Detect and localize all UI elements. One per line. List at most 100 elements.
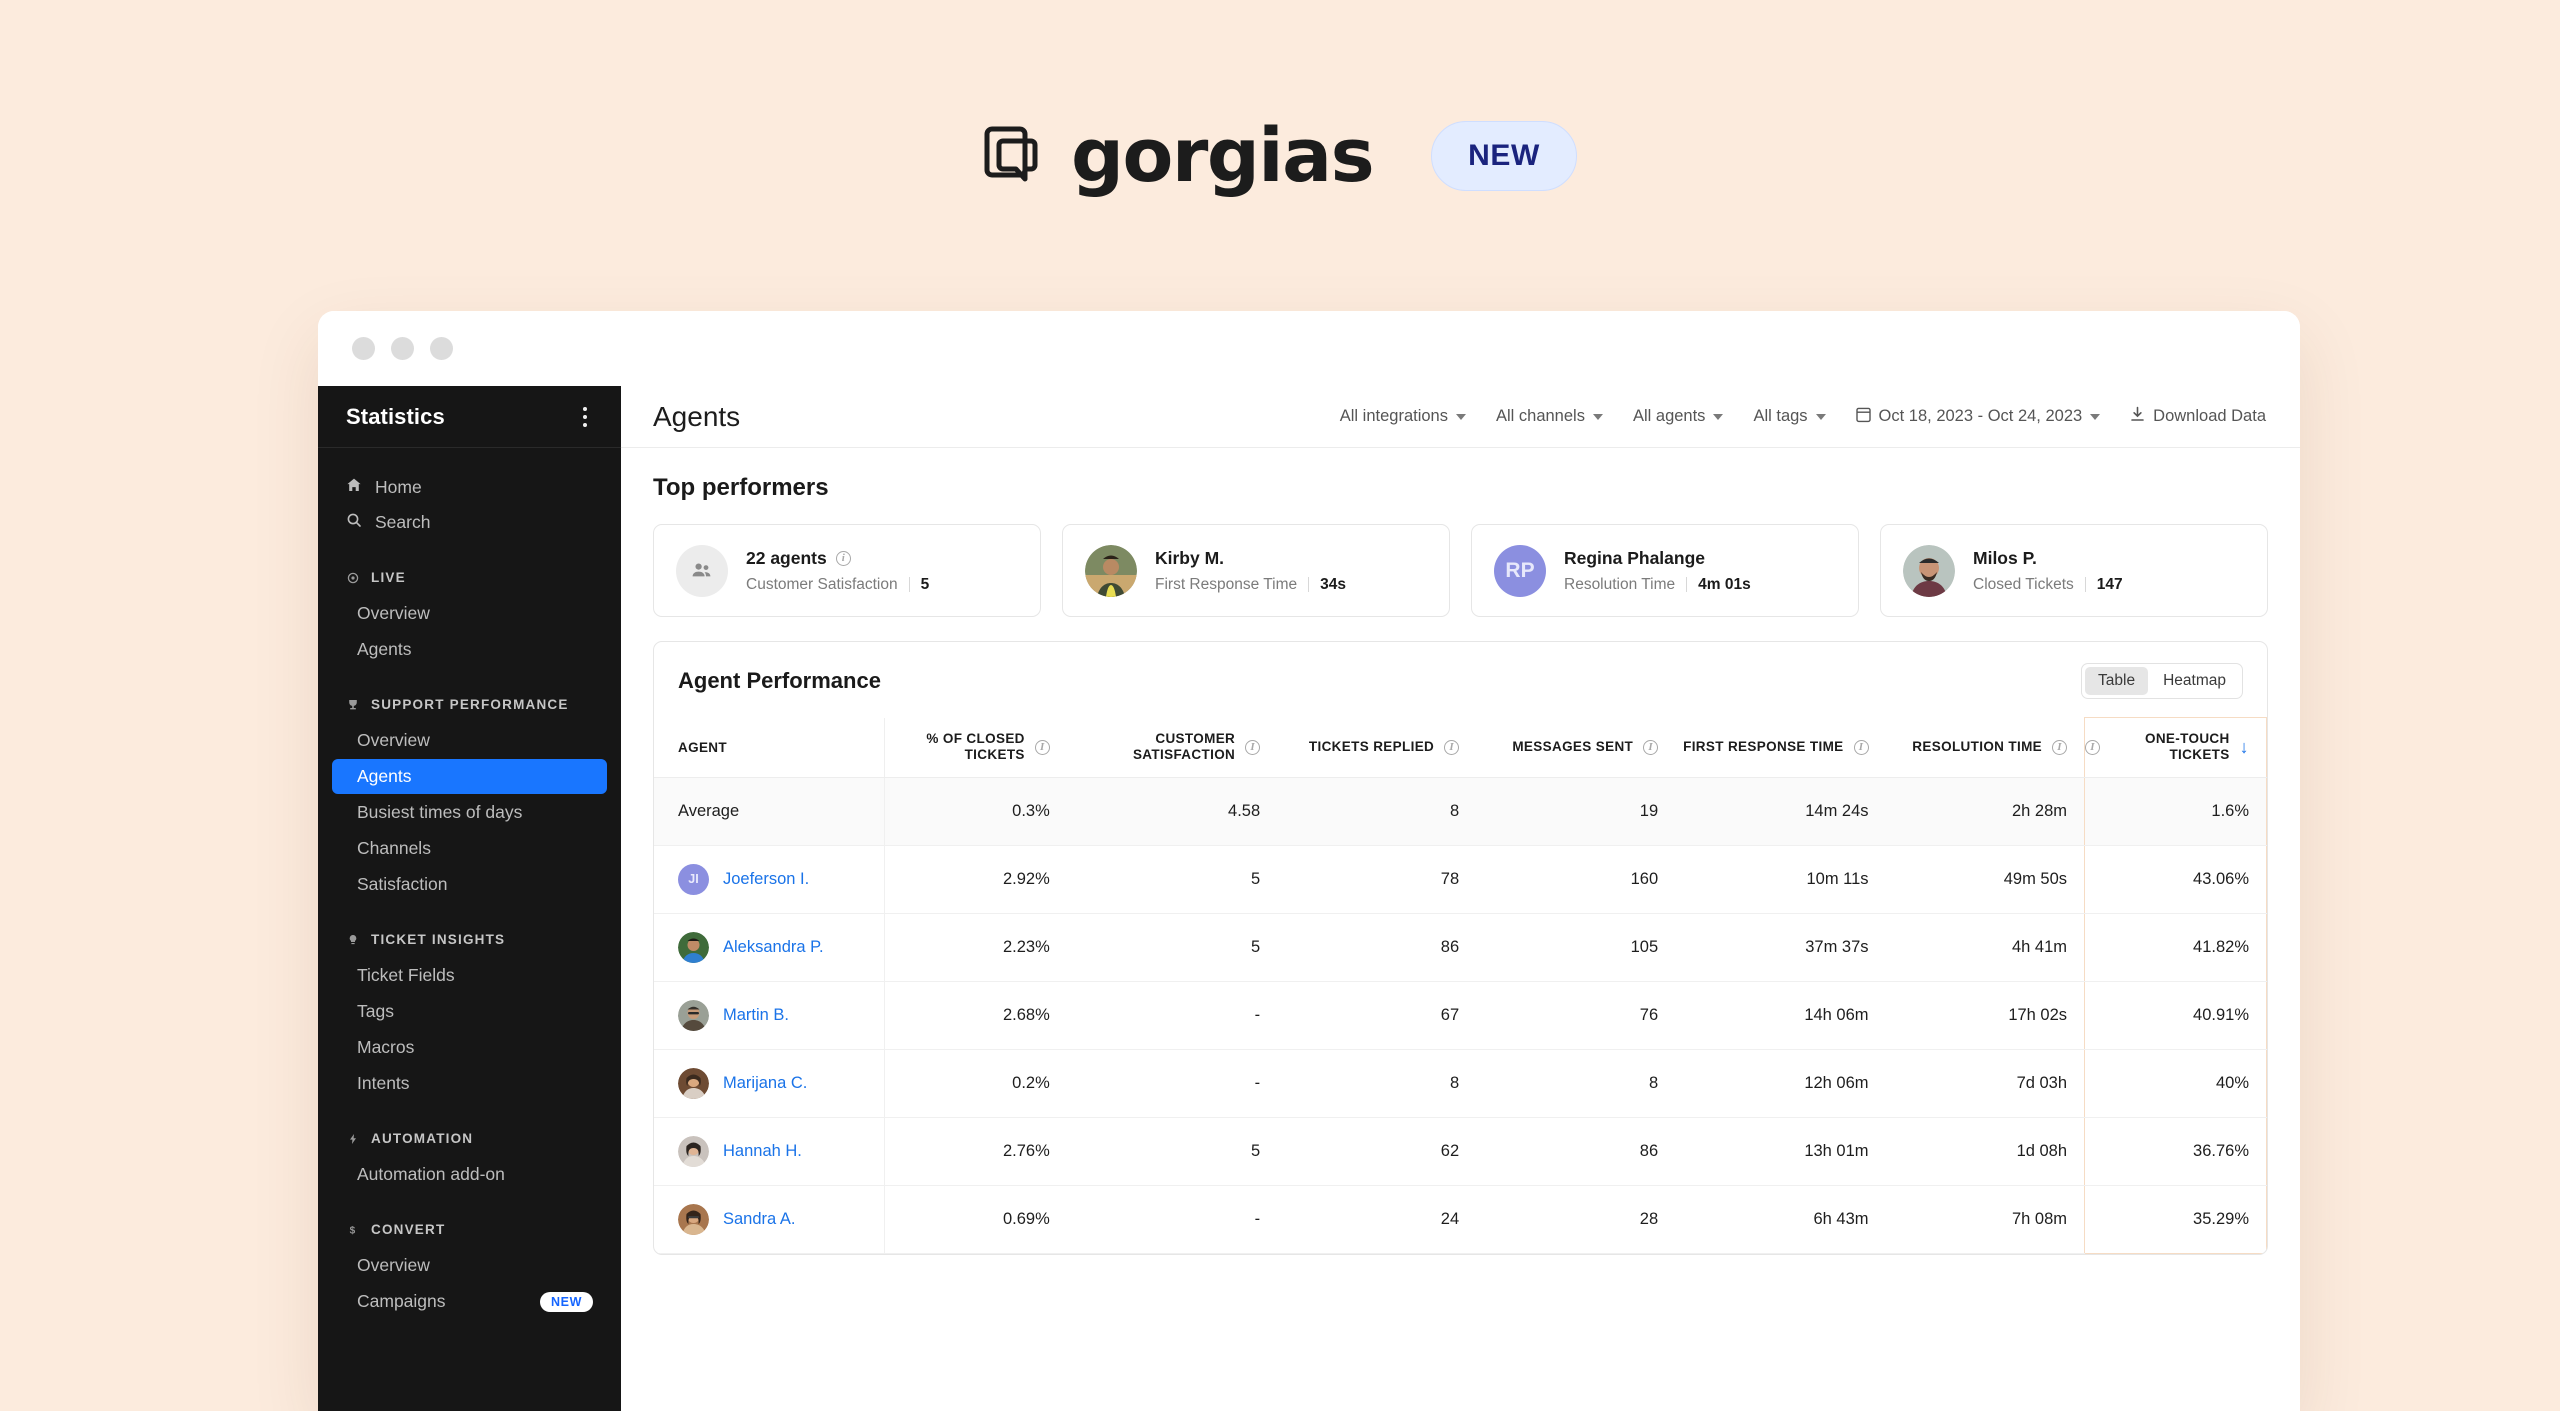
agent-link[interactable]: Marijana C. [723,1074,807,1093]
window-minimize-dot[interactable] [391,337,414,360]
sidebar-item-automation-addon[interactable]: Automation add-on [332,1157,607,1192]
agent-link[interactable]: Sandra A. [723,1210,795,1229]
cell-agent: Hannah H. [654,1117,886,1186]
sidebar-item-label: Intents [357,1073,410,1093]
info-icon[interactable]: i [835,550,851,566]
sidebar-item-home[interactable]: Home [332,470,607,505]
col-first-response-time[interactable]: FIRST RESPONSE TIME i [1675,717,1886,778]
filter-all-channels[interactable]: All channels [1496,407,1603,426]
cell-first-response-time: 6h 43m [1675,1185,1886,1254]
agent-link[interactable]: Martin B. [723,1006,789,1025]
info-icon[interactable]: i [2085,739,2101,755]
sidebar-item-label: Overview [357,1255,430,1275]
col-agent[interactable]: AGENT [654,717,886,778]
divider [1308,577,1310,592]
top-performer-card-milos[interactable]: Milos P. Closed Tickets 147 [1880,524,2268,617]
agent-link[interactable]: Aleksandra P. [723,938,824,957]
sidebar-item-live-overview[interactable]: Overview [332,596,607,631]
sidebar-group-header: AUTOMATION [318,1131,621,1146]
cell-first-response-time: 37m 37s [1675,913,1886,982]
filter-label: All integrations [1339,407,1448,425]
sidebar-item-satisfaction[interactable]: Satisfaction [332,867,607,902]
sidebar-group-items: Ticket Fields Tags Macros Intents [318,958,621,1101]
download-data-button[interactable]: Download Data [2130,406,2266,427]
sidebar-item-label: Agents [357,766,412,786]
sidebar-item-channels[interactable]: Channels [332,831,607,866]
cell-agent: Average [654,777,886,846]
info-icon[interactable]: i [1034,739,1050,755]
sidebar-item-tags[interactable]: Tags [332,994,607,1029]
col-customer-satisfaction[interactable]: CUSTOMER SATISFACTION i [1066,717,1278,778]
sidebar-item-busiest-times[interactable]: Busiest times of days [332,795,607,830]
table-row[interactable]: Sandra A. 0.69% - 24 28 6h 43m 7h 08m 35… [654,1185,2267,1254]
home-icon [346,477,362,498]
cell-messages-sent: 76 [1476,981,1676,1050]
col-closed-tickets[interactable]: % OF CLOSED TICKETS i [884,717,1067,778]
table-row[interactable]: Marijana C. 0.2% - 8 8 12h 06m 7d 03h 40… [654,1049,2267,1118]
table-row[interactable]: Hannah H. 2.76% 5 62 86 13h 01m 1d 08h 3… [654,1117,2267,1186]
lightbulb-icon [346,933,360,947]
window-close-dot[interactable] [352,337,375,360]
sidebar-title: Statistics [346,403,445,429]
sidebar-item-sp-agents[interactable]: Agents [332,759,607,794]
cell-tickets-replied: 8 [1277,777,1477,846]
sidebar-item-label: Campaigns [357,1291,446,1311]
kebab-menu-icon[interactable] [575,401,595,433]
info-icon[interactable]: i [1245,739,1261,755]
col-one-touch-tickets[interactable]: i ONE-TOUCH TICKETS ↓ [2084,717,2267,778]
col-tickets-replied[interactable]: TICKETS REPLIED i [1277,717,1477,778]
filter-date-range[interactable]: Oct 18, 2023 - Oct 24, 2023 [1855,406,2101,428]
info-icon[interactable]: i [1444,739,1460,755]
sidebar-item-macros[interactable]: Macros [332,1030,607,1065]
filter-all-agents[interactable]: All agents [1633,407,1724,426]
avatar [1903,544,1955,597]
search-icon [346,512,362,533]
avatar [678,1067,709,1099]
info-icon[interactable]: i [1643,739,1659,755]
info-icon[interactable]: i [1853,739,1869,755]
chevron-down-icon [1455,413,1466,420]
col-messages-sent[interactable]: MESSAGES SENT i [1476,717,1676,778]
tab-table[interactable]: Table [2085,667,2149,695]
card-metric-label: First Response Time [1155,575,1298,593]
sidebar-item-live-agents[interactable]: Agents [332,632,607,667]
sort-desc-icon: ↓ [2239,737,2249,758]
sidebar-group-header: TICKET INSIGHTS [318,932,621,947]
cell-tickets-replied: 62 [1277,1117,1477,1186]
cell-tickets-replied: 78 [1277,845,1477,914]
sidebar-group-label: SUPPORT PERFORMANCE [371,697,569,712]
top-performer-card-kirby[interactable]: Kirby M. First Response Time 34s [1062,524,1450,617]
window-maximize-dot[interactable] [430,337,453,360]
cell-one-touch: 40% [2084,1049,2267,1118]
info-icon[interactable]: i [2052,739,2068,755]
cell-messages-sent: 28 [1476,1185,1676,1254]
agent-link[interactable]: Joeferson I. [723,870,809,889]
card-meta: Closed Tickets 147 [1973,576,2123,594]
filter-label: All tags [1753,407,1808,425]
filter-all-tags[interactable]: All tags [1753,407,1826,426]
table-row[interactable]: Martin B. 2.68% - 67 76 14h 06m 17h 02s … [654,981,2267,1050]
cell-csat: - [1066,1185,1278,1254]
svg-text:$: $ [350,1225,357,1236]
sidebar-item-intents[interactable]: Intents [332,1066,607,1101]
filter-bar: All integrations All channels All agents… [1340,406,2266,428]
card-metric-value: 34s [1320,575,1347,593]
agent-link[interactable]: Hannah H. [723,1142,802,1161]
table-row[interactable]: JI Joeferson I. 2.92% 5 78 160 10m 11s 4… [654,845,2267,914]
sidebar-item-campaigns[interactable]: Campaigns NEW [332,1284,607,1319]
sidebar-item-ticket-fields[interactable]: Ticket Fields [332,958,607,993]
tab-heatmap[interactable]: Heatmap [2150,667,2239,695]
sidebar-item-search[interactable]: Search [332,505,607,540]
sidebar-item-convert-overview[interactable]: Overview [332,1248,607,1283]
filter-all-integrations[interactable]: All integrations [1340,407,1466,426]
sidebar-item-sp-overview[interactable]: Overview [332,723,607,758]
sidebar-item-label: Satisfaction [357,874,448,894]
sidebar-item-label: Automation add-on [357,1164,505,1184]
chevron-down-icon [1592,413,1603,420]
top-performer-card-agents[interactable]: 22 agents i Customer Satisfaction 5 [653,524,1041,617]
top-performer-card-regina[interactable]: RP Regina Phalange Resolution Time 4m 01… [1471,524,1859,617]
col-resolution-time[interactable]: RESOLUTION TIME i [1885,717,2085,778]
agent-performance-panel: Agent Performance Table Heatmap AGENT % … [653,641,2268,1255]
table-row[interactable]: Aleksandra P. 2.23% 5 86 105 37m 37s 4h … [654,913,2267,982]
col-label: RESOLUTION TIME [1912,738,2043,754]
